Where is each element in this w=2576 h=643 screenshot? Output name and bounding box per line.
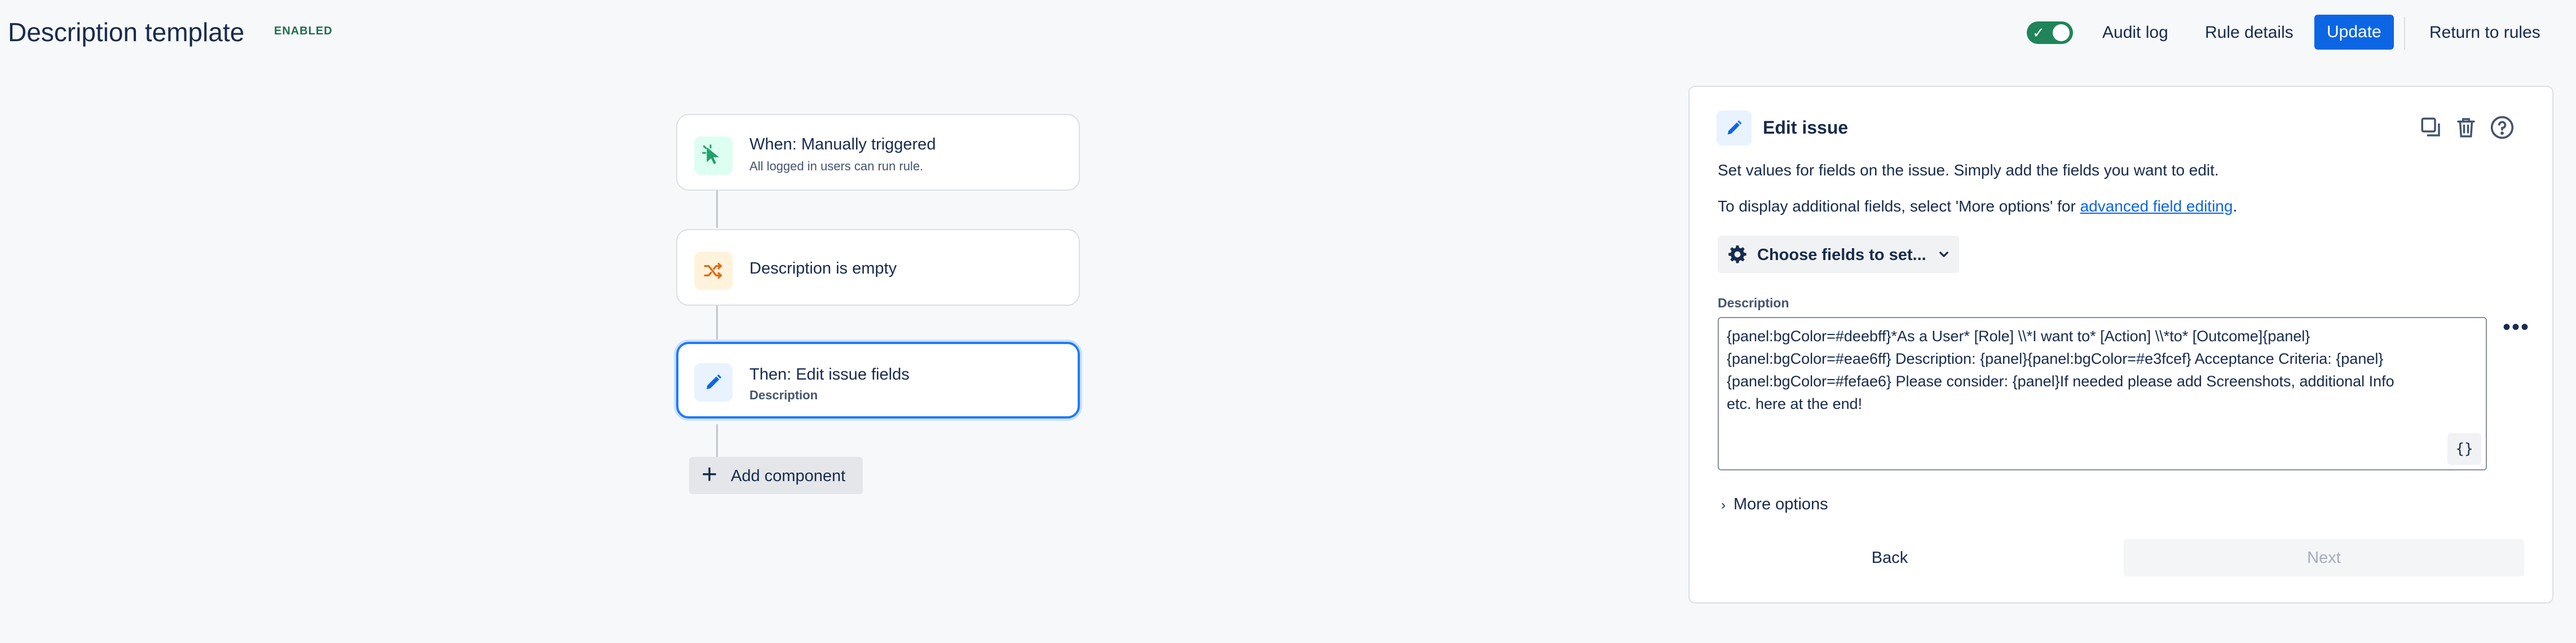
more-options-label: More options bbox=[1733, 495, 1828, 513]
flow-connector bbox=[716, 191, 718, 228]
pencil-icon bbox=[1717, 111, 1752, 146]
toggle-knob bbox=[2053, 24, 2070, 41]
trigger-node[interactable]: When: Manually triggered All logged in u… bbox=[676, 114, 1080, 191]
return-to-rules-button[interactable]: Return to rules bbox=[2419, 18, 2551, 47]
more-actions-icon[interactable]: ••• bbox=[2503, 316, 2530, 338]
pencil-icon bbox=[694, 363, 733, 402]
description-field-label: Description bbox=[1718, 296, 1789, 310]
update-button[interactable]: Update bbox=[2314, 15, 2394, 50]
choose-fields-dropdown[interactable]: Choose fields to set... bbox=[1718, 236, 1959, 273]
rule-header: Description template ENABLED ✓ Audit log… bbox=[0, 0, 2576, 68]
hint-suffix: . bbox=[2233, 197, 2238, 215]
status-badge: ENABLED bbox=[274, 25, 333, 37]
rule-enabled-toggle[interactable]: ✓ bbox=[2027, 21, 2073, 44]
duplicate-icon[interactable] bbox=[2416, 112, 2446, 143]
panel-title: Edit issue bbox=[1763, 117, 1849, 138]
page-title: Description template bbox=[8, 17, 245, 47]
header-divider bbox=[2404, 17, 2405, 50]
back-button[interactable]: Back bbox=[1718, 539, 2062, 576]
chevron-down-icon bbox=[1935, 246, 1952, 267]
next-button[interactable]: Next bbox=[2124, 539, 2524, 576]
panel-hint-text: To display additional fields, select 'Mo… bbox=[1718, 197, 2237, 215]
help-icon[interactable] bbox=[2487, 112, 2517, 143]
condition-title: Description is empty bbox=[749, 259, 897, 278]
advanced-field-editing-link[interactable]: advanced field editing bbox=[2080, 197, 2233, 215]
audit-log-button[interactable]: Audit log bbox=[2092, 18, 2178, 47]
add-component-button[interactable]: + Add component bbox=[689, 457, 863, 494]
flow-connector bbox=[716, 306, 718, 343]
smart-value-button[interactable]: {} bbox=[2447, 433, 2481, 465]
choose-fields-label: Choose fields to set... bbox=[1757, 246, 1926, 264]
plus-icon: + bbox=[702, 460, 718, 490]
rule-details-button[interactable]: Rule details bbox=[2195, 18, 2304, 47]
trigger-subtitle: All logged in users can run rule. bbox=[749, 159, 924, 173]
panel-intro-text: Set values for fields on the issue. Simp… bbox=[1718, 161, 2219, 179]
hint-prefix: To display additional fields, select 'Mo… bbox=[1718, 197, 2080, 215]
more-options-toggle[interactable]: › More options bbox=[1721, 495, 1828, 514]
cursor-click-icon bbox=[694, 136, 733, 175]
trash-icon[interactable] bbox=[2451, 112, 2481, 143]
description-field[interactable]: {panel:bgColor=#deebff}*As a User* [Role… bbox=[1718, 317, 2487, 470]
action-subtitle: Description bbox=[749, 388, 818, 402]
action-node[interactable]: Then: Edit issue fields Description bbox=[676, 342, 1080, 419]
add-component-label: Add component bbox=[731, 467, 846, 485]
edit-issue-panel: Edit issue Set values for fields on the … bbox=[1688, 86, 2553, 604]
condition-node[interactable]: Description is empty bbox=[676, 229, 1080, 306]
check-icon: ✓ bbox=[2032, 24, 2045, 41]
chevron-right-icon: › bbox=[1721, 497, 1726, 513]
action-title: Then: Edit issue fields bbox=[749, 365, 910, 384]
flow-connector bbox=[716, 424, 718, 458]
trigger-title: When: Manually triggered bbox=[749, 135, 936, 153]
shuffle-branch-icon bbox=[694, 252, 733, 290]
gear-icon bbox=[1727, 244, 1748, 270]
description-value[interactable]: {panel:bgColor=#deebff}*As a User* [Role… bbox=[1727, 325, 2471, 415]
